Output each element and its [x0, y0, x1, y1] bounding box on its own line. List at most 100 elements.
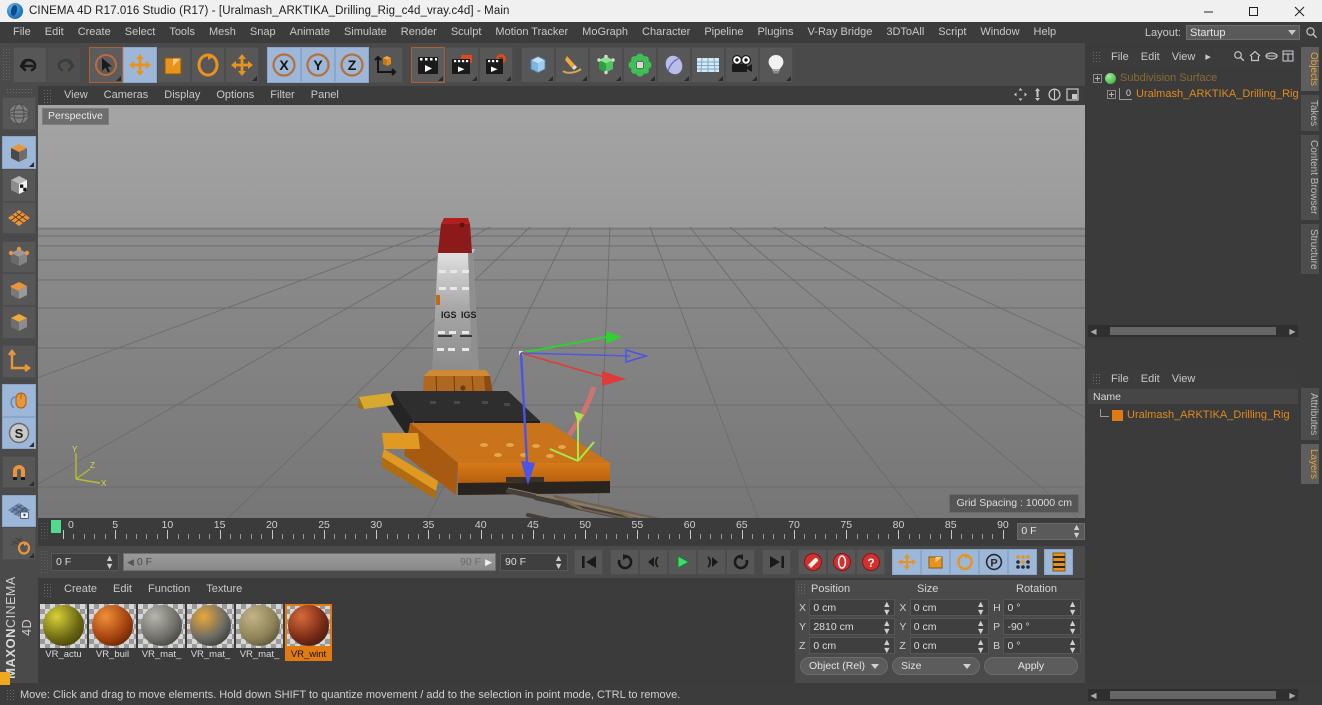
- maximize-view-icon[interactable]: [1066, 87, 1079, 104]
- soft-selection-button[interactable]: S: [2, 416, 36, 450]
- preview-range-slider[interactable]: ◀ 0 F 90 F ▶: [123, 553, 496, 571]
- material-swatch[interactable]: VR_mat_: [138, 604, 185, 661]
- chevron-right-icon[interactable]: ▸: [1201, 48, 1215, 67]
- lock-z-axis[interactable]: Z: [335, 46, 369, 83]
- spinner-icon[interactable]: ▲ ▼: [976, 637, 985, 654]
- scroll-right-icon[interactable]: ▶: [1287, 691, 1298, 700]
- size-y-field[interactable]: 0 cm ▲ ▼: [909, 618, 990, 635]
- position-y-field[interactable]: 2810 cm ▲ ▼: [809, 618, 896, 635]
- size-x-field[interactable]: 0 cm ▲ ▼: [909, 599, 990, 616]
- add-spline[interactable]: [555, 46, 589, 83]
- viewport-menu-view[interactable]: View: [56, 86, 96, 105]
- spinner-icon[interactable]: ▲ ▼: [882, 618, 891, 635]
- make-editable-button[interactable]: [2, 97, 36, 130]
- add-camera[interactable]: [725, 46, 759, 83]
- free-transform-tool[interactable]: [225, 46, 259, 83]
- size-mode-select[interactable]: Size: [892, 657, 980, 675]
- end-frame-field[interactable]: 90 F ▲ ▼: [500, 553, 568, 571]
- layer-menu-file[interactable]: File: [1105, 370, 1135, 389]
- spinner-icon[interactable]: ▲ ▼: [1068, 637, 1077, 654]
- coordinates-grip[interactable]: [797, 582, 806, 596]
- menu-mesh[interactable]: Mesh: [202, 22, 243, 43]
- layer-row[interactable]: Uralmash_ARKTIKA_Drilling_Rig: [1088, 407, 1298, 423]
- menu-create[interactable]: Create: [71, 22, 118, 43]
- menu-tools[interactable]: Tools: [162, 22, 202, 43]
- status-hscrollbar[interactable]: ◀ ▶: [1088, 689, 1298, 701]
- menu-window[interactable]: Window: [973, 22, 1026, 43]
- menu-file[interactable]: File: [6, 22, 38, 43]
- rotation-h-field[interactable]: 0 ° ▲ ▼: [1003, 599, 1081, 616]
- material-menu-texture[interactable]: Texture: [198, 580, 250, 599]
- rotation-p-field[interactable]: -90 ° ▲ ▼: [1003, 618, 1081, 635]
- left-toolbar-grip[interactable]: [6, 88, 32, 96]
- edges-mode-button[interactable]: [2, 273, 36, 306]
- menu-snap[interactable]: Snap: [243, 22, 283, 43]
- maximize-icon[interactable]: [1231, 0, 1276, 22]
- scroll-left-icon[interactable]: ◀: [1088, 691, 1099, 700]
- go-to-end-button[interactable]: [762, 549, 791, 575]
- record-pla-button[interactable]: [1008, 549, 1037, 575]
- timeline-ruler[interactable]: 0 5 10 15 20 25 30 35 40 45 50 55 60 65 70 75 80 85 90: [50, 519, 1012, 543]
- menu-3dtoall[interactable]: 3DToAll: [879, 22, 931, 43]
- keyframe-help-button[interactable]: ?: [856, 549, 885, 575]
- menu-mograph[interactable]: MoGraph: [575, 22, 635, 43]
- menu-animate[interactable]: Animate: [283, 22, 337, 43]
- spinner-icon[interactable]: ▲ ▼: [1068, 618, 1077, 635]
- spinner-icon[interactable]: ▲ ▼: [882, 637, 891, 654]
- range-right-arrow-icon[interactable]: ▶: [485, 557, 492, 568]
- tab-attributes[interactable]: Attributes: [1300, 387, 1320, 442]
- viewport-menu-options[interactable]: Options: [208, 86, 262, 105]
- tab-structure[interactable]: Structure: [1300, 222, 1320, 276]
- add-primitive[interactable]: [521, 46, 555, 83]
- viewport-menu-panel[interactable]: Panel: [303, 86, 347, 105]
- add-generator[interactable]: [589, 46, 623, 83]
- live-selection-tool[interactable]: [89, 46, 123, 83]
- rotation-b-field[interactable]: 0 ° ▲ ▼: [1003, 637, 1081, 654]
- tab-objects[interactable]: Objects: [1300, 46, 1320, 92]
- menu-help[interactable]: Help: [1027, 22, 1064, 43]
- texture-mode-button[interactable]: [2, 168, 36, 202]
- layer-menu-view[interactable]: View: [1166, 370, 1202, 389]
- viewport-menu-display[interactable]: Display: [156, 86, 208, 105]
- position-z-field[interactable]: 0 cm ▲ ▼: [809, 637, 896, 654]
- pan-view-icon[interactable]: [1014, 87, 1027, 104]
- workplane-rotate-button[interactable]: [2, 527, 36, 561]
- material-swatch[interactable]: VR_wint: [285, 604, 332, 661]
- material-menu-edit[interactable]: Edit: [105, 580, 140, 599]
- record-param-button[interactable]: P: [979, 549, 1008, 575]
- range-left-arrow-icon[interactable]: ◀: [127, 557, 134, 568]
- home-icon[interactable]: [1249, 50, 1261, 65]
- play-reverse-button[interactable]: [726, 549, 755, 575]
- material-menu-function[interactable]: Function: [140, 580, 198, 599]
- playback-grip[interactable]: [40, 550, 49, 574]
- spinner-icon[interactable]: ▲ ▼: [1072, 523, 1081, 540]
- render-view[interactable]: [411, 46, 445, 83]
- material-grip[interactable]: [43, 582, 52, 597]
- redo-button[interactable]: [47, 46, 81, 83]
- spinner-icon[interactable]: ▲ ▼: [976, 599, 985, 616]
- expand-toggle-icon[interactable]: [1107, 89, 1116, 99]
- menu-pipeline[interactable]: Pipeline: [697, 22, 750, 43]
- link-icon[interactable]: [1265, 51, 1278, 64]
- rotate-view-icon[interactable]: [1048, 87, 1061, 104]
- spinner-icon[interactable]: ▲ ▼: [554, 554, 563, 571]
- spinner-icon[interactable]: ▲ ▼: [976, 618, 985, 635]
- polygon-grid-mode-button[interactable]: [2, 201, 36, 235]
- coordinate-mode-select[interactable]: Object (Rel): [800, 657, 888, 675]
- menu-vray-bridge[interactable]: V-Ray Bridge: [801, 22, 880, 43]
- fit-icon[interactable]: [1282, 50, 1294, 65]
- play-button[interactable]: [668, 549, 697, 575]
- step-forward-button[interactable]: [697, 549, 726, 575]
- menu-select[interactable]: Select: [118, 22, 163, 43]
- toolbar-grip[interactable]: [2, 47, 11, 82]
- layer-color-swatch-icon[interactable]: [1112, 409, 1123, 421]
- rotate-tool[interactable]: [191, 46, 225, 83]
- viewport-menu-cameras[interactable]: Cameras: [96, 86, 157, 105]
- object-tree[interactable]: Subdivision Surface 0 Uralmash_ARKTIKA_Dri…: [1088, 67, 1299, 337]
- menu-render[interactable]: Render: [394, 22, 444, 43]
- menu-edit[interactable]: Edit: [38, 22, 71, 43]
- lock-x-axis[interactable]: X: [267, 46, 301, 83]
- record-position-button[interactable]: [892, 549, 921, 575]
- scroll-right-icon[interactable]: ▶: [1287, 327, 1298, 336]
- expand-toggle-icon[interactable]: [1093, 73, 1102, 83]
